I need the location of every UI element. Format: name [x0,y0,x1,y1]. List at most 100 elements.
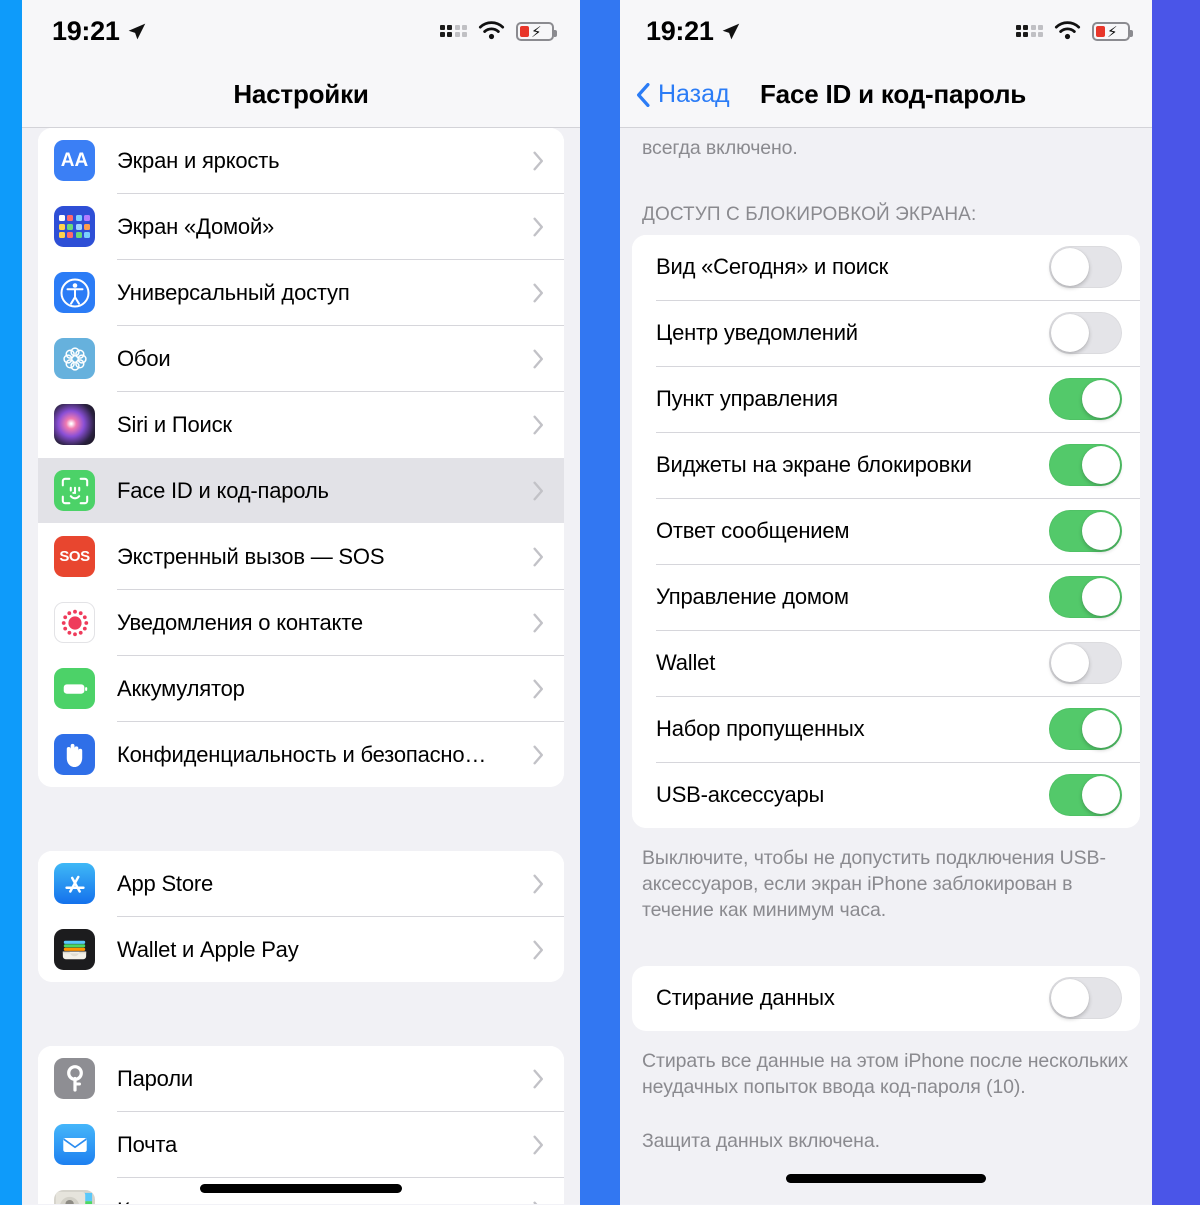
lock-access-row-8[interactable]: Набор пропущенных [632,696,1140,762]
mail-icon [54,1124,95,1165]
nav-bar-right: Назад Face ID и код-пароль [620,62,1152,128]
toggle-knob [1051,248,1089,287]
backdrop-strip-left [0,0,22,1205]
system-group: AA Экран и яркость Экран «Домой» Универсаль… [38,128,564,787]
toggle-knob [1051,644,1089,683]
settings-row-7[interactable]: SOS Экстренный вызов — SOS [38,524,564,589]
status-bar-left-cluster: 19:21 [52,16,147,47]
chevron-right-icon [533,283,544,302]
settings-row-5[interactable]: Siri и Поиск [38,392,564,457]
chevron-right-icon [533,349,544,368]
battery-charging-icon: ⚡ [1092,21,1133,41]
chevron-right-icon [533,679,544,698]
home-screen-icon [54,206,95,247]
chevron-left-icon [637,82,650,107]
apps-group: Пароли Почта Контакты [38,1046,564,1204]
back-button-label: Назад [658,80,730,108]
siri-icon [54,404,95,445]
settings-row-label: Пароли [117,1065,193,1091]
lock-access-row-1[interactable]: Вид «Сегодня» и поиск [632,234,1140,300]
settings-row-1[interactable]: Пароли [38,1046,564,1111]
toggle-switch[interactable] [1049,642,1122,685]
settings-row-8[interactable]: Уведомления о контакте [38,590,564,655]
toggle-knob [1082,710,1120,749]
lock-access-row-label: Пункт управления [656,386,838,412]
page-title: Face ID и код-пароль [760,79,1027,109]
home-indicator [200,1184,402,1193]
settings-row-9[interactable]: Аккумулятор [38,656,564,721]
settings-row-1[interactable]: AA Экран и яркость [38,128,564,193]
location-arrow-icon [128,23,145,39]
lock-screen-access-group: Вид «Сегодня» и поиск Центр уведомлений Пу… [632,234,1140,828]
settings-row-2[interactable]: Почта [38,1112,564,1177]
settings-row-label: Контакты [117,1198,533,1205]
toggle-switch[interactable] [1049,378,1122,421]
status-bar-right-cluster: ⚡ [1015,21,1133,41]
nav-bar-left: Настройки [22,62,580,128]
lock-access-row-label: Wallet [656,650,716,676]
settings-row-label: Siri и Поиск [117,411,232,437]
toggle-switch[interactable] [1049,444,1122,487]
contacts-icon [54,1190,95,1204]
chevron-right-icon [533,151,544,170]
store-group: App Store Wallet и Apple Pay [38,851,564,982]
settings-row-6[interactable]: Face ID и код-пароль [38,458,564,523]
chevron-right-icon [533,613,544,632]
settings-row-label: Экран «Домой» [117,213,275,239]
settings-row-3[interactable]: Универсальный доступ [38,260,564,325]
contact-notification-icon [54,602,95,643]
lock-access-row-4[interactable]: Виджеты на экране блокировки [632,432,1140,498]
wallpaper-icon [54,338,95,379]
settings-row-label: Wallet и Apple Pay [117,936,299,962]
protection-note: Защита данных включена. [642,1129,880,1152]
lock-access-row-9[interactable]: USB-аксессуары [632,762,1140,828]
passwords-key-icon [54,1058,95,1099]
settings-list-scroll[interactable]: AA Экран и яркость Экран «Домой» Универсаль… [22,128,580,1204]
accessibility-icon [54,272,95,313]
settings-row-2[interactable]: Экран «Домой» [38,194,564,259]
left-phone-screenshot: 19:21 ⚡ Настройки AA Экран и яркость Экр… [22,0,580,1205]
lock-access-row-3[interactable]: Пункт управления [632,366,1140,432]
back-button[interactable]: Назад [620,80,730,109]
toggle-switch[interactable] [1049,774,1122,817]
status-bar-left: 19:21 ⚡ [22,0,580,62]
lock-access-row-6[interactable]: Управление домом [632,564,1140,630]
usb-footnote: Выключите, чтобы не допустить подключени… [642,846,1106,921]
toggle-knob [1082,776,1120,815]
privacy-hand-icon [54,734,95,775]
lock-access-row-label: Вид «Сегодня» и поиск [656,254,889,280]
settings-row-10[interactable]: Конфиденциальность и безопасно… [38,722,564,787]
lock-access-row-5[interactable]: Ответ сообщением [632,498,1140,564]
chevron-right-icon [533,745,544,764]
faceid-settings-scroll[interactable]: всегда включено. ДОСТУП С БЛОКИРОВКОЙ ЭК… [620,128,1152,1204]
erase-data-row-1[interactable]: Стирание данных [632,965,1140,1031]
toggle-knob [1082,512,1120,551]
settings-row-2[interactable]: Wallet и Apple Pay [38,917,564,982]
lock-access-row-label: USB-аксессуары [656,782,825,808]
sos-icon: SOS [54,536,95,577]
group-gap [22,787,580,851]
lock-access-row-7[interactable]: Wallet [632,630,1140,696]
chevron-right-icon [533,481,544,500]
toggle-knob [1051,979,1089,1018]
lock-access-row-label: Виджеты на экране блокировки [656,452,972,478]
cellular-bars-icon [1015,24,1043,38]
toggle-switch[interactable] [1049,246,1122,289]
status-bar-right: 19:21 ⚡ [620,0,1152,62]
settings-row-label: Аккумулятор [117,675,245,701]
toggle-switch[interactable] [1049,977,1122,1020]
toggle-knob [1082,578,1120,617]
chevron-right-icon [533,1135,544,1154]
chevron-right-icon [533,1069,544,1088]
toggle-switch[interactable] [1049,576,1122,619]
toggle-switch[interactable] [1049,708,1122,751]
cellular-bars-icon [439,24,467,38]
status-time: 19:21 [646,15,714,46]
lock-access-row-label: Центр уведомлений [656,320,858,346]
toggle-switch[interactable] [1049,312,1122,355]
toggle-knob [1051,314,1089,353]
settings-row-1[interactable]: App Store [38,851,564,916]
lock-access-row-2[interactable]: Центр уведомлений [632,300,1140,366]
toggle-switch[interactable] [1049,510,1122,553]
settings-row-4[interactable]: Обои [38,326,564,391]
